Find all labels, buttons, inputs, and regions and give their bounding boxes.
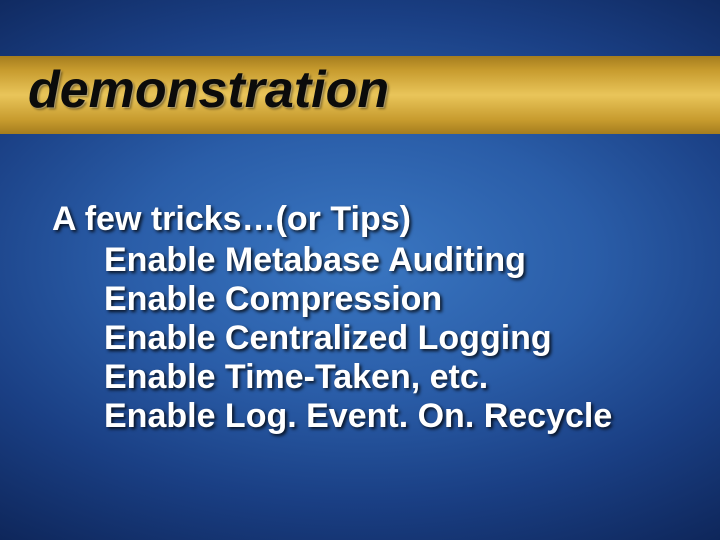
slide: demonstration A few tricks…(or Tips) Ena… (0, 0, 720, 540)
list-item: Enable Compression (52, 280, 690, 319)
body-heading: A few tricks…(or Tips) (52, 200, 690, 239)
list-item: Enable Time-Taken, etc. (52, 358, 690, 397)
slide-title: demonstration (28, 60, 389, 120)
list-item: Enable Metabase Auditing (52, 241, 690, 280)
list-item: Enable Centralized Logging (52, 319, 690, 358)
slide-body: A few tricks…(or Tips) Enable Metabase A… (52, 200, 690, 437)
list-item: Enable Log. Event. On. Recycle (52, 397, 690, 436)
